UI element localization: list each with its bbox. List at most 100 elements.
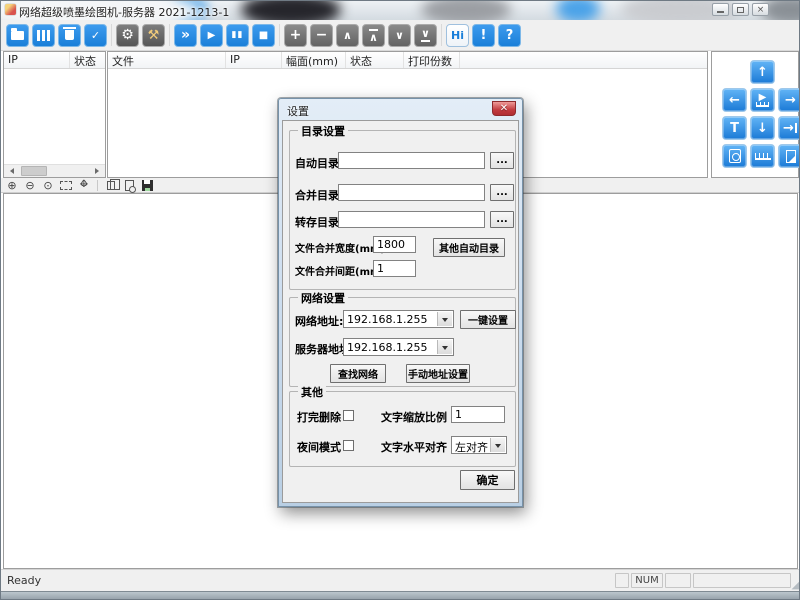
bottom-bar-icon xyxy=(421,40,430,42)
network-addr-combobox[interactable]: 192.168.1.255 xyxy=(343,310,454,328)
pad-device-button[interactable] xyxy=(722,144,747,168)
stop-icon: ■ xyxy=(259,30,268,41)
move-down-button[interactable]: ∨ xyxy=(388,24,411,47)
text-align-combobox[interactable]: 左对齐 xyxy=(451,436,507,454)
maximize-button[interactable] xyxy=(732,3,749,16)
pan-button[interactable]: ↔↕ xyxy=(77,179,91,192)
tools-button[interactable]: ⚒ xyxy=(142,24,165,47)
column-header-width[interactable]: 幅面(mm) xyxy=(282,52,346,68)
pad-start-print-button[interactable]: ▶ xyxy=(750,88,775,112)
auto-dir-input[interactable] xyxy=(338,152,485,169)
zoom-out-icon: ⊖ xyxy=(25,179,34,192)
preview-button[interactable] xyxy=(122,179,136,192)
triangle-left-icon xyxy=(7,168,14,174)
minimize-button[interactable] xyxy=(712,3,729,16)
column-header-ip[interactable]: IP xyxy=(4,52,70,68)
zoom-in-icon: ⊕ xyxy=(7,179,16,192)
open-file-button[interactable] xyxy=(6,24,29,47)
open-folder-icon xyxy=(11,31,24,40)
copy-button[interactable] xyxy=(104,179,118,192)
horizontal-scrollbar[interactable] xyxy=(4,164,105,177)
close-button[interactable]: × xyxy=(752,3,769,16)
night-mode-checkbox[interactable] xyxy=(343,440,354,451)
merge-dir-input[interactable] xyxy=(338,184,485,201)
play-icon: ▶ xyxy=(759,93,767,102)
preview-icon xyxy=(125,180,134,191)
pad-move-up-button[interactable]: ↑ xyxy=(750,60,775,84)
column-header-status[interactable]: 状态 xyxy=(70,52,105,68)
merge-width-label: 文件合并宽度(mm) xyxy=(295,240,385,255)
find-network-button[interactable]: 查找网络 xyxy=(330,364,386,383)
ok-button[interactable]: 确定 xyxy=(460,470,515,490)
pause-button[interactable]: ▮▮ xyxy=(226,24,249,47)
dialog-body: 目录设置 自动目录 ... 合并目录 ... 转存目录 ... 文件合并宽度(m… xyxy=(282,120,519,503)
merge-width-input[interactable] xyxy=(373,236,416,253)
pad-move-down-button[interactable]: ↓ xyxy=(750,116,775,140)
columns-icon xyxy=(37,30,50,41)
column-header-ip[interactable]: IP xyxy=(226,52,282,68)
dialog-close-button[interactable]: ✕ xyxy=(492,101,516,116)
hi-button[interactable]: Hi xyxy=(446,24,469,47)
auto-dir-browse-button[interactable]: ... xyxy=(490,152,514,169)
scroll-left-button[interactable] xyxy=(4,165,17,177)
dialog-title: 设置 xyxy=(287,103,309,119)
zoom-in-button[interactable]: ⊕ xyxy=(5,179,19,192)
dropdown-arrow-icon[interactable] xyxy=(437,340,452,354)
resize-grip[interactable]: ◢ xyxy=(792,578,800,591)
window-title: 网络超级喷墨绘图机-服务器 2021-1213-1 xyxy=(19,4,229,20)
column-header-copies[interactable]: 打印份数 xyxy=(404,52,460,68)
select-region-button[interactable] xyxy=(59,179,73,192)
stop-button[interactable]: ■ xyxy=(252,24,275,47)
other-auto-dir-button[interactable]: 其他自动目录 xyxy=(433,238,505,257)
scrollbar-thumb[interactable] xyxy=(21,166,47,176)
transfer-dir-input[interactable] xyxy=(338,211,485,228)
merge-gap-input[interactable] xyxy=(373,260,416,277)
pad-move-left-button[interactable]: ← xyxy=(722,88,747,112)
merge-dir-browse-button[interactable]: ... xyxy=(490,184,514,201)
toolbar-separator xyxy=(279,24,280,46)
add-button[interactable]: + xyxy=(284,24,307,47)
one-key-setup-button[interactable]: 一键设置 xyxy=(460,310,516,329)
chevron-up-icon: ∧ xyxy=(343,29,352,42)
zoom-reset-button[interactable]: ⊙ xyxy=(41,179,55,192)
control-pad-panel: ↑ ← ▶ → T ↓ → xyxy=(711,51,799,178)
alert-button[interactable]: ! xyxy=(472,24,495,47)
move-up-button[interactable]: ∧ xyxy=(336,24,359,47)
save-button[interactable] xyxy=(140,179,154,192)
manual-addr-button[interactable]: 手动地址设置 xyxy=(406,364,470,383)
scroll-right-button[interactable] xyxy=(92,165,105,177)
close-icon: × xyxy=(757,5,765,15)
save-icon xyxy=(142,180,153,191)
pad-document-button[interactable] xyxy=(778,144,800,168)
play-button[interactable]: ▶ xyxy=(200,24,223,47)
confirm-button[interactable]: ✓ xyxy=(84,24,107,47)
text-align-label: 文字水平对齐 xyxy=(381,439,447,455)
view-columns-button[interactable] xyxy=(32,24,55,47)
pad-ruler-button[interactable] xyxy=(750,144,775,168)
fast-forward-button[interactable]: » xyxy=(174,24,197,47)
zoom-out-button[interactable]: ⊖ xyxy=(23,179,37,192)
pad-text-button[interactable]: T xyxy=(722,116,747,140)
transfer-dir-browse-button[interactable]: ... xyxy=(490,211,514,228)
document-icon xyxy=(786,150,796,163)
column-header-file[interactable]: 文件 xyxy=(108,52,226,68)
delete-after-print-checkbox[interactable] xyxy=(343,410,354,421)
dropdown-arrow-icon[interactable] xyxy=(490,438,505,452)
help-button[interactable]: ? xyxy=(498,24,521,47)
settings-button[interactable]: ⚙ xyxy=(116,24,139,47)
remove-button[interactable]: − xyxy=(310,24,333,47)
settings-dialog: 设置 ✕ 目录设置 自动目录 ... 合并目录 ... 转存目录 ... 文件合… xyxy=(278,98,523,507)
move-bottom-button[interactable]: ∨ xyxy=(414,24,437,47)
exclamation-icon: ! xyxy=(481,28,487,43)
text-scale-input[interactable] xyxy=(451,406,505,423)
delete-button[interactable] xyxy=(58,24,81,47)
text-scale-label: 文字缩放比例 xyxy=(381,409,447,425)
move-top-button[interactable]: ∧ xyxy=(362,24,385,47)
dropdown-arrow-icon[interactable] xyxy=(437,312,452,326)
pad-move-right-button[interactable]: → xyxy=(778,88,800,112)
pad-skip-end-button[interactable]: → xyxy=(778,116,800,140)
column-header-status[interactable]: 状态 xyxy=(346,52,404,68)
delete-after-print-label: 打完删除 xyxy=(297,409,341,425)
toolbar-separator xyxy=(97,180,98,191)
server-addr-combobox[interactable]: 192.168.1.255 xyxy=(343,338,454,356)
